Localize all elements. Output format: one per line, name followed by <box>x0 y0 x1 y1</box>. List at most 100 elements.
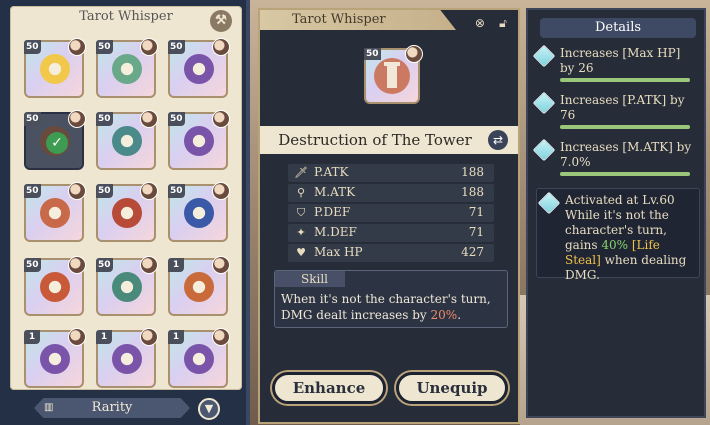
character-portrait-icon <box>68 38 86 56</box>
stat-value: 427 <box>461 245 484 259</box>
activated-title: Activated at Lv.60 <box>565 193 675 207</box>
character-portrait-icon <box>140 328 158 346</box>
card-name-band: Destruction of The Tower ⇄ <box>260 126 518 154</box>
scales-icon <box>184 198 214 228</box>
stat-label: P.ATK <box>314 165 349 179</box>
stat-row: ✦ M.DEF 71 <box>288 224 494 242</box>
lock-icon[interactable]: 🔓︎ <box>494 15 512 31</box>
stat-row: ♥ Max HP 427 <box>288 244 494 262</box>
detail-text: Increases [P.ATK] by 76 <box>560 93 685 122</box>
character-portrait-icon <box>140 256 158 274</box>
detail-title-tab: Tarot Whisper <box>260 10 456 30</box>
stat-label: M.ATK <box>314 185 356 199</box>
character-portrait-icon <box>68 110 86 128</box>
skill-description: When it's not the character's turn, DMG … <box>281 292 491 322</box>
card-level-badge: 50 <box>168 40 185 54</box>
character-portrait-icon <box>212 182 230 200</box>
stat-value: 71 <box>468 225 484 239</box>
tarot-card[interactable]: 50 <box>24 182 86 242</box>
tarot-card[interactable]: 50 <box>24 256 86 316</box>
tarot-card[interactable]: 50 <box>168 38 230 98</box>
character-portrait-icon <box>140 38 158 56</box>
card-level-badge: 50 <box>168 184 185 198</box>
moon-icon <box>184 54 214 84</box>
tarot-card[interactable]: 50 <box>96 256 158 316</box>
activated-effect: Activated at Lv.60 While it's not the ch… <box>536 188 700 282</box>
character-portrait-icon <box>68 256 86 274</box>
stat-row: 🗡︎ P.ATK 188 <box>288 164 494 182</box>
stat-label: Max HP <box>314 245 363 259</box>
check-icon: ✓ <box>46 132 68 154</box>
skill-label: Skill <box>275 271 345 287</box>
detail-progress-bar <box>560 78 690 82</box>
tarot-card[interactable]: 50 <box>96 110 158 170</box>
card-level-badge: 50 <box>24 40 41 54</box>
detail-header: Tarot Whisper ⊗ 🔓︎ <box>260 10 518 30</box>
gem-icon <box>532 138 556 162</box>
tarot-card[interactable]: 1 <box>168 256 230 316</box>
detail-title: Tarot Whisper <box>292 12 386 27</box>
tarot-card[interactable]: 50 <box>168 110 230 170</box>
panel-title: Tarot Whisper <box>79 9 173 24</box>
card-level-badge: 1 <box>24 330 40 344</box>
moon-icon <box>40 344 70 374</box>
rarity-sort-button[interactable]: ▥ Rarity <box>34 398 190 418</box>
tarot-card[interactable]: 50 <box>168 182 230 242</box>
stat-label: P.DEF <box>314 205 351 219</box>
skill-box: Skill When it's not the character's turn… <box>274 270 508 328</box>
wand-icon: ⚲ <box>296 186 306 199</box>
hammer-icon[interactable]: ⚒ <box>210 10 232 32</box>
crown-icon <box>184 272 214 302</box>
activated-description: While it's not the character's turn, gai… <box>565 208 687 282</box>
card-level-badge: 50 <box>24 112 41 126</box>
tarot-card[interactable]: 1 <box>24 328 86 388</box>
tarot-card[interactable]: 1 <box>96 328 158 388</box>
tower-icon <box>40 198 70 228</box>
shield-icon: ⛉ <box>296 206 306 219</box>
sword-icon: 🗡︎ <box>294 166 308 179</box>
tarot-card[interactable]: 50 <box>24 38 86 98</box>
heart-icon: ♥ <box>296 246 306 259</box>
close-icon[interactable]: ⊗ <box>471 15 489 31</box>
detail-progress-bar <box>560 125 690 129</box>
character-portrait-icon <box>212 328 230 346</box>
gem-icon <box>532 44 556 68</box>
tarot-card[interactable]: 50 <box>96 38 158 98</box>
details-panel: Details Increases [Max HP] by 26 Increase… <box>526 8 706 418</box>
tarot-card[interactable]: 50 ✓ <box>24 110 86 170</box>
stat-row: ⚲ M.ATK 188 <box>288 184 494 202</box>
stat-row: ⛉ P.DEF 71 <box>288 204 494 222</box>
card-level-badge: 50 <box>168 112 185 126</box>
stat-value: 71 <box>468 205 484 219</box>
detail-progress-bar <box>560 172 690 176</box>
stat-value: 188 <box>461 185 484 199</box>
detail-text: Increases [Max HP] by 26 <box>560 46 681 75</box>
moon-icon <box>184 126 214 156</box>
tarot-card[interactable]: 50 <box>96 182 158 242</box>
lovers-icon <box>112 126 142 156</box>
card-level-badge: 50 <box>24 258 41 272</box>
filter-icon[interactable]: ▼ <box>198 398 220 420</box>
enhance-button[interactable]: Enhance <box>272 372 386 404</box>
character-portrait-icon <box>212 110 230 128</box>
swap-icon[interactable]: ⇄ <box>488 130 508 150</box>
card-detail-panel: Tarot Whisper ⊗ 🔓︎ 50 Destruction of The… <box>258 8 520 424</box>
card-level-badge: 50 <box>96 40 113 54</box>
rarity-label: Rarity <box>91 400 133 415</box>
card-level-badge: 1 <box>96 330 112 344</box>
card-level-badge: 50 <box>24 184 41 198</box>
character-portrait-icon <box>405 45 423 63</box>
tarot-card[interactable]: 1 <box>168 328 230 388</box>
sun-icon <box>112 272 142 302</box>
character-portrait-icon <box>212 38 230 56</box>
card-level-badge: 50 <box>364 48 381 60</box>
wheel-icon <box>40 272 70 302</box>
details-title: Details <box>540 18 696 38</box>
moon-icon <box>112 344 142 374</box>
stat-value: 188 <box>461 165 484 179</box>
character-portrait-icon <box>212 256 230 274</box>
card-level-badge: 50 <box>96 184 113 198</box>
moon-icon <box>184 344 214 374</box>
detail-entry: Increases [M.ATK] by 7.0% <box>532 138 700 182</box>
unequip-button[interactable]: Unequip <box>396 372 508 404</box>
